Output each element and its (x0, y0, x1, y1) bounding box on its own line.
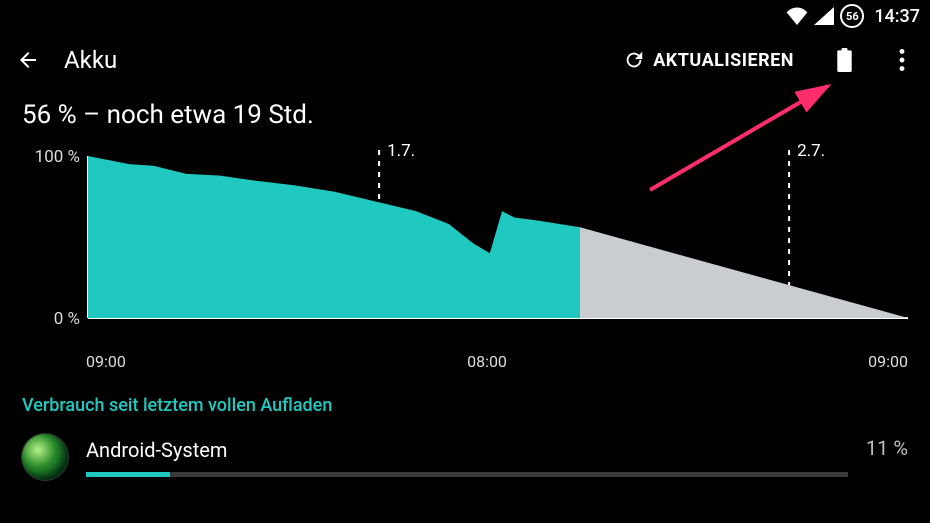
usage-section-title: Verbrauch seit letztem vollen Aufladen (0, 371, 930, 424)
cell-signal-icon (814, 7, 834, 25)
page-title: Akku (64, 46, 599, 74)
battery-chart[interactable]: 100 % 0 % 1.7. 2.7. (22, 138, 908, 348)
refresh-label: AKTUALISIEREN (653, 50, 794, 71)
usage-row-label: Android-System (86, 438, 848, 462)
back-button[interactable] (16, 48, 40, 72)
battery-status-badge: 56 (840, 4, 864, 28)
overflow-menu-button[interactable] (890, 48, 914, 72)
svg-text:0 %: 0 % (54, 309, 80, 329)
battery-saver-button[interactable] (832, 48, 856, 72)
wifi-icon (786, 7, 808, 25)
refresh-button[interactable]: AKTUALISIEREN (623, 49, 794, 71)
usage-progress-bar (86, 472, 848, 477)
refresh-icon (623, 49, 645, 71)
chart-x-axis: 09:00 08:00 09:00 (0, 348, 930, 371)
app-bar: Akku AKTUALISIEREN (0, 32, 930, 88)
usage-row-value: 11 % (866, 436, 908, 460)
android-system-icon (22, 434, 68, 480)
battery-summary: 56 % – noch etwa 19 Std. (0, 88, 930, 134)
svg-text:2.7.: 2.7. (797, 141, 825, 161)
svg-text:1.7.: 1.7. (387, 141, 415, 161)
usage-row[interactable]: Android-System 11 % (0, 424, 930, 480)
svg-text:100 %: 100 % (35, 147, 80, 167)
status-clock: 14:37 (874, 6, 920, 27)
status-bar: 56 14:37 (0, 0, 930, 32)
